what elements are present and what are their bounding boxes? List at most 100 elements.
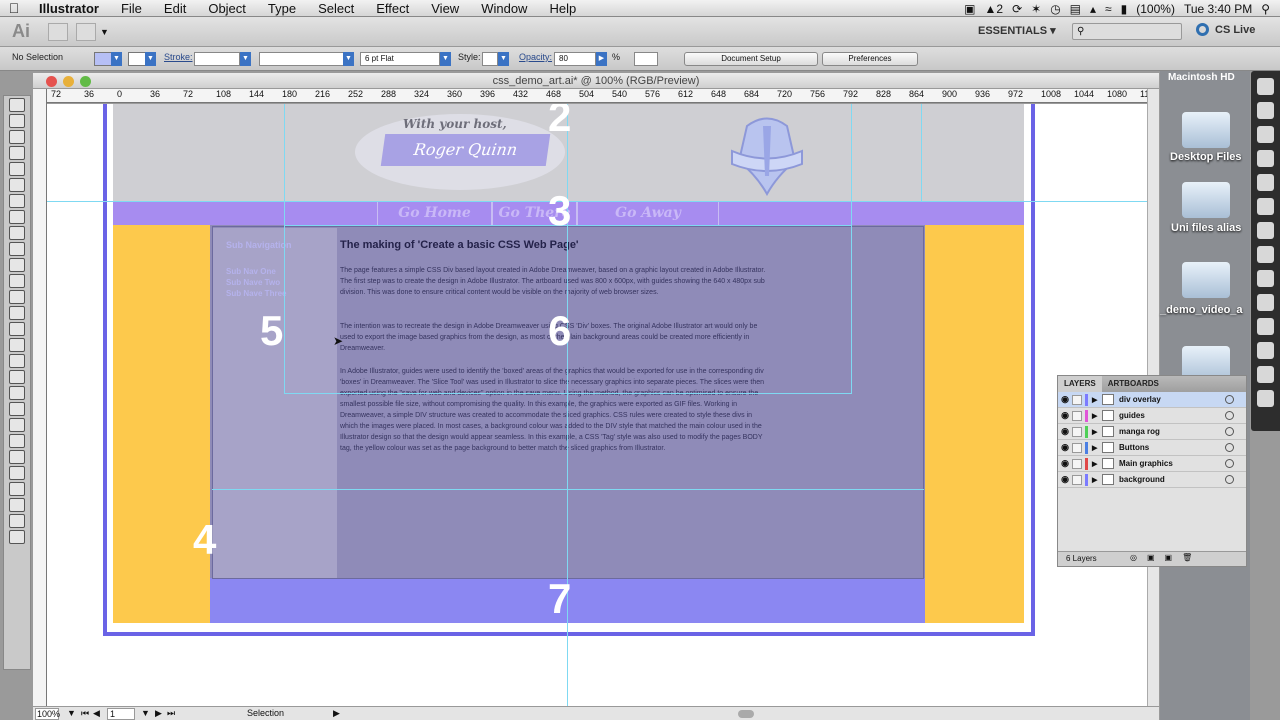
vertical-ruler[interactable] bbox=[33, 89, 47, 706]
artboard-dropdown-icon[interactable]: ▼ bbox=[141, 708, 150, 718]
align-icon[interactable] bbox=[634, 52, 658, 66]
direct-selection-tool-icon[interactable] bbox=[9, 114, 25, 128]
column-graph-tool-icon[interactable] bbox=[9, 466, 25, 480]
opacity-dropdown-icon[interactable]: ▶ bbox=[596, 52, 607, 66]
appearance-panel-icon[interactable] bbox=[1257, 198, 1274, 215]
expand-triangle-icon[interactable]: ▶ bbox=[1092, 396, 1102, 404]
menu-effect[interactable]: Effect bbox=[365, 0, 420, 17]
stroke-panel-icon[interactable] bbox=[1257, 222, 1274, 239]
expand-triangle-icon[interactable]: ▶ bbox=[1092, 444, 1102, 452]
lock-toggle[interactable] bbox=[1072, 442, 1082, 453]
free-transform-tool-icon[interactable] bbox=[9, 338, 25, 352]
perspective-tool-icon[interactable] bbox=[9, 370, 25, 384]
vertical-guide[interactable] bbox=[921, 104, 922, 202]
menu-object[interactable]: Object bbox=[197, 0, 257, 17]
graphic-styles-panel-icon[interactable] bbox=[1257, 174, 1274, 191]
scale-tool-icon[interactable] bbox=[9, 306, 25, 320]
stroke-label[interactable]: Stroke: bbox=[164, 52, 193, 62]
tab-artboards[interactable]: ARTBOARDS bbox=[1102, 376, 1165, 392]
menu-window[interactable]: Window bbox=[470, 0, 538, 17]
profile-dropdown-icon[interactable]: ▼ bbox=[343, 52, 354, 66]
align-panel-icon[interactable] bbox=[1257, 294, 1274, 311]
target-icon[interactable] bbox=[1225, 475, 1234, 484]
graphic-style-swatch[interactable] bbox=[482, 52, 498, 66]
menu-view[interactable]: View bbox=[420, 0, 470, 17]
slice-tool-icon[interactable] bbox=[9, 498, 25, 512]
layer-name[interactable]: guides bbox=[1119, 411, 1145, 420]
line-tool-icon[interactable] bbox=[9, 194, 25, 208]
display-icon[interactable]: ▤ bbox=[1070, 2, 1081, 16]
target-icon[interactable] bbox=[1225, 395, 1234, 404]
layer-name[interactable]: background bbox=[1119, 475, 1165, 484]
sub-nav-item[interactable]: Sub Nav One bbox=[226, 267, 276, 276]
symbols-panel-icon[interactable] bbox=[1257, 150, 1274, 167]
rectangle-tool-icon[interactable] bbox=[9, 210, 25, 224]
layer-row-div-overlay[interactable]: ◉ ▶ div overlay bbox=[1058, 392, 1246, 408]
folder-label[interactable]: Uni files alias bbox=[1171, 222, 1241, 234]
hand-tool-icon[interactable] bbox=[9, 514, 25, 528]
fill-dropdown-icon[interactable]: ▼ bbox=[111, 52, 122, 66]
sync-icon[interactable]: ⟳ bbox=[1012, 2, 1022, 16]
lasso-tool-icon[interactable] bbox=[9, 146, 25, 160]
document-setup-button[interactable]: Document Setup bbox=[684, 52, 818, 66]
menu-app[interactable]: Illustrator bbox=[28, 0, 110, 17]
layer-name[interactable]: Buttons bbox=[1119, 443, 1149, 452]
horizontal-guide[interactable] bbox=[212, 489, 924, 490]
rotate-tool-icon[interactable] bbox=[9, 290, 25, 304]
gradient-tool-icon[interactable] bbox=[9, 402, 25, 416]
target-icon[interactable] bbox=[1225, 443, 1234, 452]
opacity-field[interactable]: 80 bbox=[554, 52, 596, 66]
volume-icon[interactable]: ▴ bbox=[1090, 2, 1096, 16]
nav-go-home[interactable]: Go Home bbox=[377, 202, 492, 225]
clock[interactable]: Tue 3:40 PM bbox=[1184, 2, 1252, 16]
nav-go-away[interactable]: Go Away bbox=[577, 202, 719, 225]
workspace-switcher[interactable]: ESSENTIALS ▾ bbox=[978, 24, 1056, 37]
last-artboard-icon[interactable]: ⏭ bbox=[167, 708, 175, 719]
width-tool-icon[interactable] bbox=[9, 322, 25, 336]
first-artboard-icon[interactable]: ⏮ bbox=[81, 708, 89, 719]
stroke-swatch[interactable] bbox=[128, 52, 146, 66]
layer-row-background[interactable]: ◉ ▶ background bbox=[1058, 472, 1246, 488]
folder-label[interactable]: Desktop Files bbox=[1170, 151, 1242, 163]
blob-brush-tool-icon[interactable] bbox=[9, 258, 25, 272]
folder-icon[interactable] bbox=[1182, 262, 1230, 298]
stroke-dropdown-icon[interactable]: ▼ bbox=[145, 52, 156, 66]
type-tool-icon[interactable] bbox=[9, 178, 25, 192]
folder-icon[interactable] bbox=[1182, 182, 1230, 218]
layer-row-guides[interactable]: ◉ ▶ guides bbox=[1058, 408, 1246, 424]
mesh-tool-icon[interactable] bbox=[9, 386, 25, 400]
layer-name[interactable]: Main graphics bbox=[1119, 459, 1173, 468]
opacity-label[interactable]: Opacity: bbox=[519, 52, 552, 62]
sub-nav-item[interactable]: Sub Nave Three bbox=[226, 289, 286, 298]
zoom-dropdown-icon[interactable]: ▼ bbox=[67, 708, 76, 718]
bridge-icon[interactable] bbox=[48, 22, 68, 41]
brush-definition[interactable]: 6 pt Flat bbox=[360, 52, 440, 66]
lock-toggle[interactable] bbox=[1072, 458, 1082, 469]
eye-icon[interactable]: ◉ bbox=[1058, 458, 1072, 469]
layer-row-main-graphics[interactable]: ◉ ▶ Main graphics bbox=[1058, 456, 1246, 472]
lock-toggle[interactable] bbox=[1072, 410, 1082, 421]
status-tool-label[interactable]: Selection bbox=[247, 708, 284, 718]
selection-tool-icon[interactable] bbox=[9, 98, 25, 112]
spotlight-icon[interactable]: ⚲ bbox=[1261, 2, 1270, 16]
eye-icon[interactable]: ◉ bbox=[1058, 442, 1072, 453]
next-artboard-icon[interactable]: ▶ bbox=[155, 708, 162, 719]
timemachine-icon[interactable]: ◷ bbox=[1050, 2, 1060, 16]
menu-type[interactable]: Type bbox=[257, 0, 307, 17]
color-panel-icon[interactable] bbox=[1257, 78, 1274, 95]
stroke-weight-dropdown-icon[interactable]: ▼ bbox=[240, 52, 251, 66]
status-menu-icon[interactable]: ▶ bbox=[333, 708, 340, 719]
battery-icon[interactable]: ▮ bbox=[1121, 2, 1128, 16]
horizontal-guide[interactable] bbox=[47, 201, 1158, 202]
lock-toggle[interactable] bbox=[1072, 426, 1082, 437]
paintbrush-tool-icon[interactable] bbox=[9, 226, 25, 240]
help-search-input[interactable]: ⚲ bbox=[1072, 23, 1182, 40]
symbol-sprayer-tool-icon[interactable] bbox=[9, 450, 25, 464]
horizontal-ruler[interactable]: 72 36 0 36 72 108 144 180 216 252 288 324 360 396 432 4… bbox=[47, 89, 1147, 103]
blend-tool-icon[interactable] bbox=[9, 434, 25, 448]
horizontal-scroll-thumb[interactable] bbox=[738, 710, 754, 718]
target-icon[interactable] bbox=[1225, 427, 1234, 436]
folder-label[interactable]: _demo_video_a bbox=[1160, 304, 1243, 316]
target-icon[interactable] bbox=[1225, 411, 1234, 420]
folder-icon[interactable] bbox=[1182, 112, 1230, 148]
